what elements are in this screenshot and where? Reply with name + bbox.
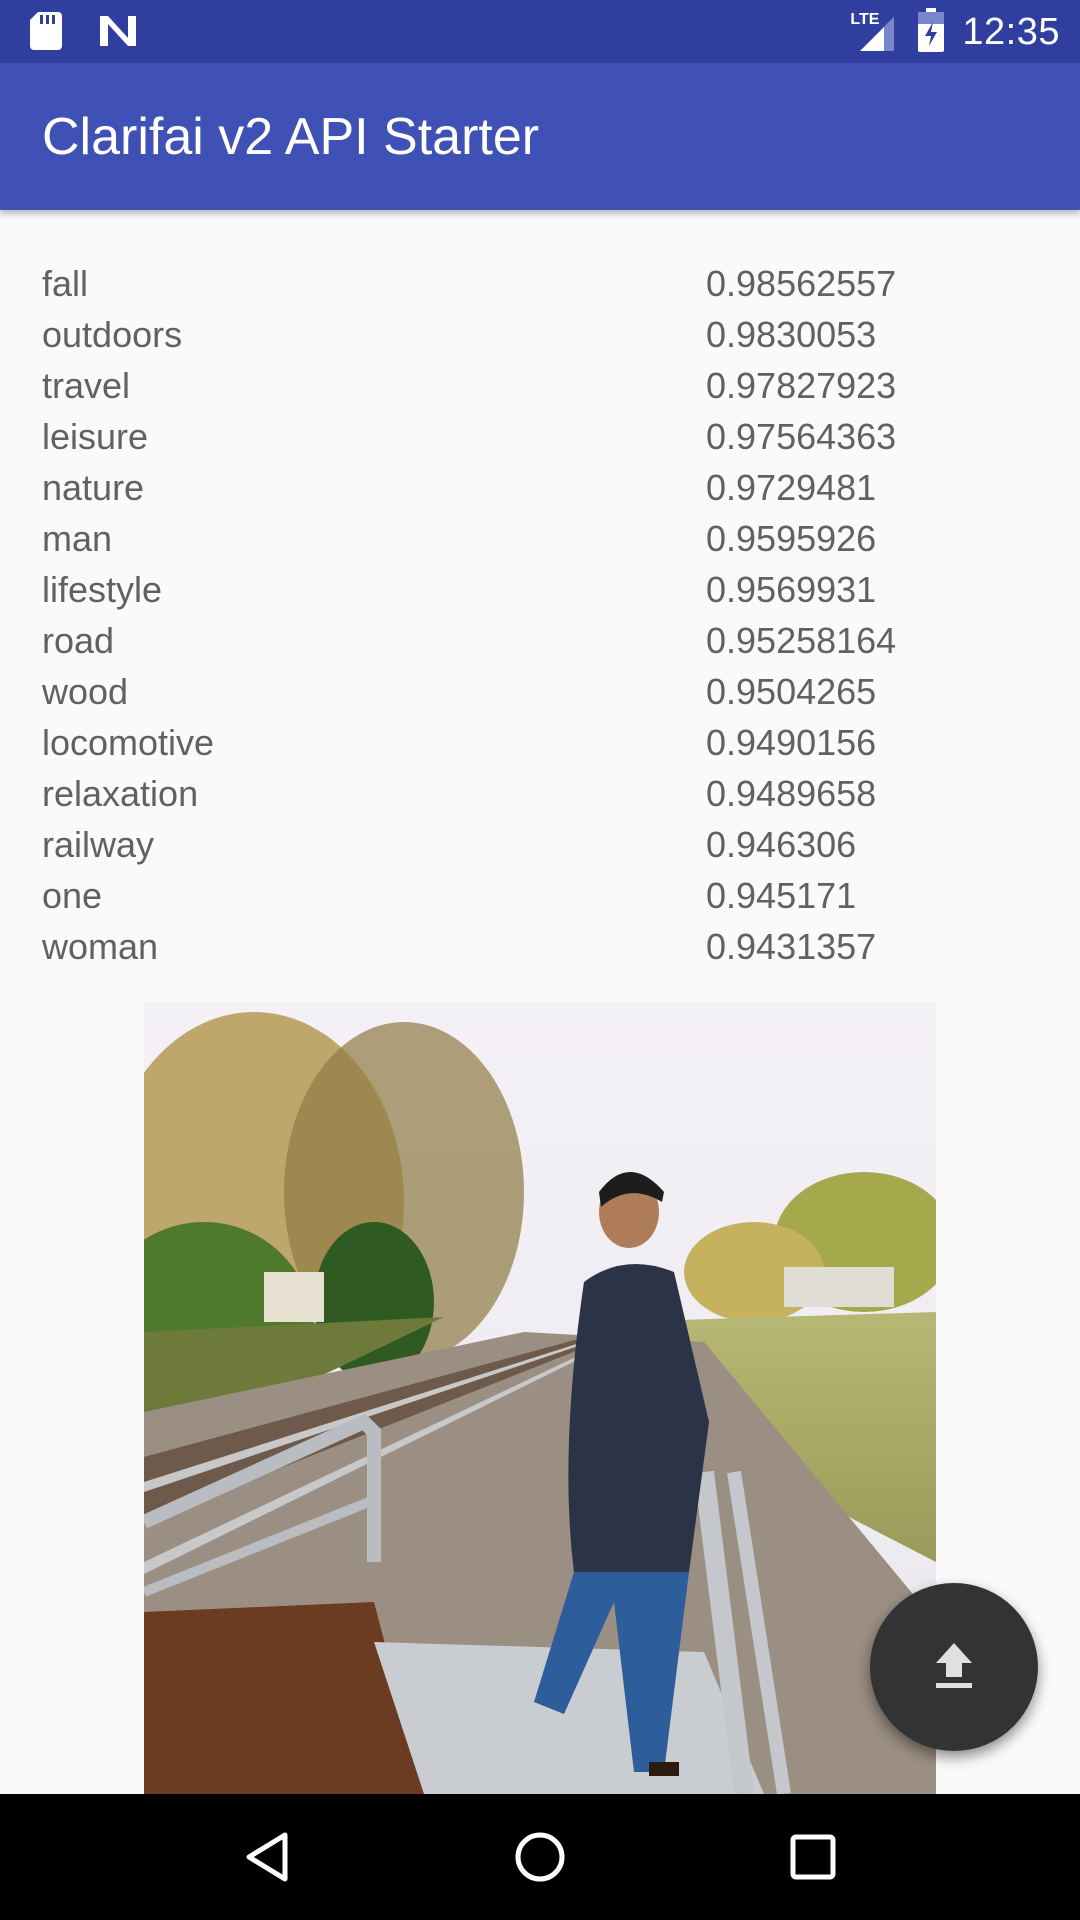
tag-confidence: 0.9489658 <box>706 772 877 814</box>
list-item: lifestyle 0.9569931 <box>42 564 1042 615</box>
status-time: 12:35 <box>962 11 1060 53</box>
tag-confidence: 0.945171 <box>706 874 857 916</box>
tag-name: leisure <box>42 415 149 457</box>
tag-name: outdoors <box>42 313 183 355</box>
list-item: outdoors 0.9830053 <box>42 309 1042 360</box>
upload-icon <box>926 1637 982 1698</box>
tag-confidence: 0.9729481 <box>706 466 877 508</box>
main-content[interactable]: fall 0.98562557 outdoors 0.9830053 travel 0… <box>0 210 1080 1794</box>
tag-confidence: 0.946306 <box>706 823 857 865</box>
tag-name: road <box>42 619 115 661</box>
upload-button[interactable] <box>870 1583 1038 1751</box>
app-bar: Clarifai v2 API Starter <box>0 63 1080 210</box>
tag-confidence: 0.97564363 <box>706 415 897 457</box>
tag-name: travel <box>42 364 131 406</box>
tag-confidence: 0.9569931 <box>706 568 877 610</box>
home-button[interactable] <box>500 1817 580 1897</box>
list-item: relaxation 0.9489658 <box>42 768 1042 819</box>
list-item: railway 0.946306 <box>42 819 1042 870</box>
tag-name: woman <box>42 925 159 967</box>
tag-name: wood <box>42 670 129 712</box>
list-item: one 0.945171 <box>42 870 1042 921</box>
tag-name: relaxation <box>42 772 199 814</box>
list-item: travel 0.97827923 <box>42 360 1042 411</box>
tag-confidence: 0.95258164 <box>706 619 897 661</box>
tag-list: fall 0.98562557 outdoors 0.9830053 travel 0… <box>42 258 1042 972</box>
list-item: leisure 0.97564363 <box>42 411 1042 462</box>
n-logo-icon <box>98 12 138 55</box>
navigation-bar <box>0 1794 1080 1920</box>
list-item: nature 0.9729481 <box>42 462 1042 513</box>
tag-confidence: 0.97827923 <box>706 364 897 406</box>
tag-name: locomotive <box>42 721 215 763</box>
lte-signal-icon: LTE <box>850 11 900 55</box>
analyzed-photo <box>144 1002 936 1794</box>
list-item: woman 0.9431357 <box>42 921 1042 972</box>
list-item: road 0.95258164 <box>42 615 1042 666</box>
tag-confidence: 0.9490156 <box>706 721 877 763</box>
back-icon <box>246 1832 288 1882</box>
list-item: wood 0.9504265 <box>42 666 1042 717</box>
battery-charging-icon <box>918 8 945 57</box>
tag-name: lifestyle <box>42 568 163 610</box>
back-button[interactable] <box>227 1817 307 1897</box>
home-icon <box>515 1832 565 1882</box>
tag-confidence: 0.9595926 <box>706 517 877 559</box>
tag-confidence: 0.9504265 <box>706 670 877 712</box>
list-item: locomotive 0.9490156 <box>42 717 1042 768</box>
tag-confidence: 0.98562557 <box>706 262 897 304</box>
tag-name: nature <box>42 466 145 508</box>
recents-icon <box>790 1834 836 1880</box>
list-item: fall 0.98562557 <box>42 258 1042 309</box>
app-title: Clarifai v2 API Starter <box>42 107 540 166</box>
recents-button[interactable] <box>773 1817 853 1897</box>
tag-name: man <box>42 517 113 559</box>
tag-name: railway <box>42 823 155 865</box>
tag-name: one <box>42 874 103 916</box>
sd-card-icon <box>30 12 62 55</box>
status-bar: LTE 12:35 <box>0 0 1080 63</box>
tag-confidence: 0.9431357 <box>706 925 877 967</box>
list-item: man 0.9595926 <box>42 513 1042 564</box>
tag-confidence: 0.9830053 <box>706 313 877 355</box>
tag-name: fall <box>42 262 89 304</box>
